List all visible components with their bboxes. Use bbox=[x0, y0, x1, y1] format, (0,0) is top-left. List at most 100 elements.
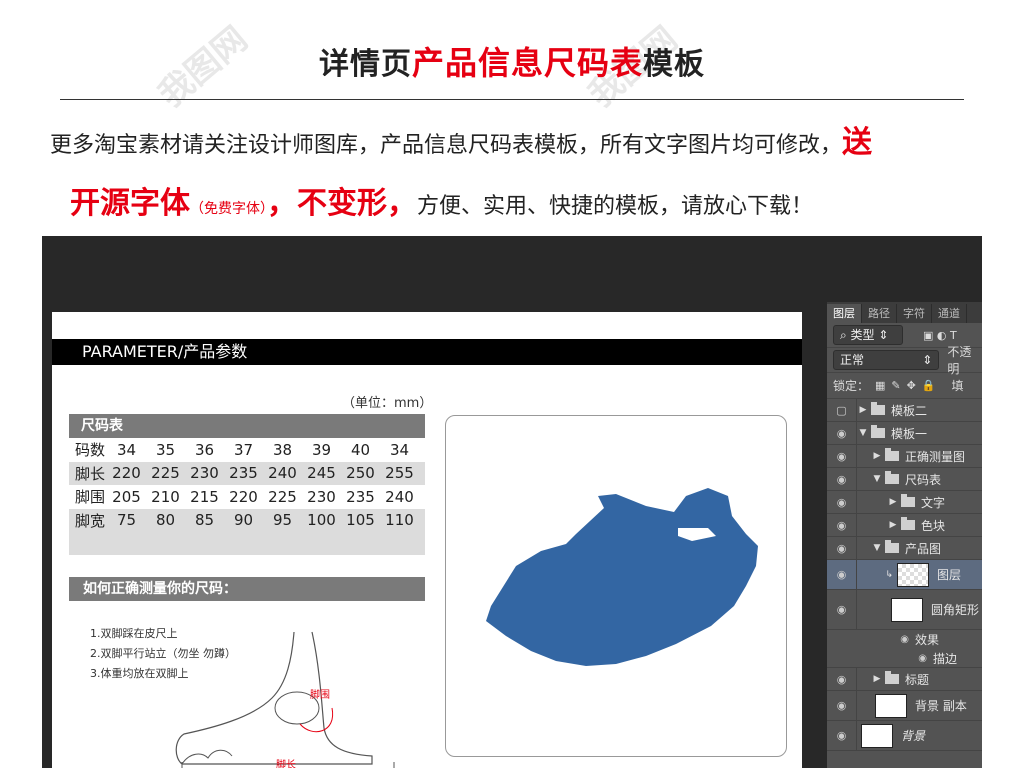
filter-icons[interactable]: ▣ ◐ T bbox=[923, 329, 957, 342]
size-table-cell: 100 bbox=[307, 511, 336, 530]
eye-icon[interactable]: ◉ bbox=[827, 590, 857, 629]
layer-row[interactable]: ▢ ▶ 模板二 bbox=[827, 399, 982, 422]
size-table-cell: 235 bbox=[346, 487, 375, 506]
layer-thumbnail bbox=[891, 597, 923, 622]
layer-row[interactable]: ◉ ▼ 尺码表 bbox=[827, 468, 982, 491]
effect-stroke-row[interactable]: ◉ 描边 bbox=[827, 649, 982, 668]
size-table-cell: 39 bbox=[311, 440, 332, 459]
size-table-cell: 210 bbox=[151, 487, 180, 506]
layer-row[interactable]: ◉ ▶ 正确测量图 bbox=[827, 445, 982, 468]
layer-row[interactable]: ◉ ▶ 文字 bbox=[827, 491, 982, 514]
size-table-empty-row bbox=[69, 532, 425, 555]
product-image-frame[interactable] bbox=[445, 415, 787, 757]
eye-icon[interactable]: ◉ bbox=[827, 691, 857, 720]
size-table-cell: 75 bbox=[116, 511, 137, 530]
divider bbox=[60, 99, 964, 100]
chevron-right-icon[interactable]: ▶ bbox=[887, 520, 899, 530]
page-title: 详情页产品信息尺码表模板 bbox=[318, 44, 705, 82]
measure-title: 如何正确测量你的尺码： bbox=[69, 577, 425, 601]
size-table-cell: 230 bbox=[307, 487, 336, 506]
eye-icon[interactable]: ◉ bbox=[827, 668, 857, 690]
size-table-cell: 34 bbox=[389, 440, 410, 459]
size-table-cell: 215 bbox=[190, 487, 219, 506]
layer-row-selected[interactable]: ◉ ↳ 图层 bbox=[827, 560, 982, 590]
chevron-down-icon[interactable]: ▼ bbox=[871, 474, 883, 484]
size-table-cell: 230 bbox=[190, 464, 219, 483]
tab-paths[interactable]: 路径 bbox=[862, 304, 897, 323]
chevron-right-icon[interactable]: ▶ bbox=[871, 451, 883, 461]
chevron-right-icon[interactable]: ▶ bbox=[871, 674, 883, 684]
layer-row[interactable]: ◉ 背景 副本 bbox=[827, 691, 982, 721]
effects-row[interactable]: ◉ 效果 bbox=[827, 630, 982, 649]
layer-thumbnail bbox=[897, 562, 929, 587]
folder-icon bbox=[901, 517, 915, 530]
girth-label: 脚围 bbox=[310, 688, 330, 701]
foot-measure-illustration: 脚围 脚长 bbox=[175, 631, 395, 768]
size-table-row-label: 脚围 bbox=[75, 488, 106, 507]
lock-icons[interactable]: ▦✎✥🔒 bbox=[875, 379, 942, 392]
toe-lines bbox=[181, 749, 233, 765]
size-table-row-label: 脚长 bbox=[75, 464, 106, 483]
size-table-cell: 35 bbox=[155, 440, 176, 459]
layer-row[interactable]: ◉ ▼ 模板一 bbox=[827, 422, 982, 445]
folder-icon bbox=[871, 425, 885, 438]
size-table-cell: 38 bbox=[272, 440, 293, 459]
eye-icon[interactable]: ◉ bbox=[827, 653, 927, 664]
layers-panel[interactable]: 图层 路径 字符 通道 ⌕ 类型 ⇕ ▣ ◐ T 正常 ⇕ 不透明 锁定： ▦✎✥… bbox=[827, 302, 982, 768]
size-table-row: 码数 34 35 36 37 38 39 40 34 bbox=[69, 438, 425, 462]
layer-row[interactable]: ◉ ▶ 色块 bbox=[827, 514, 982, 537]
tab-character[interactable]: 字符 bbox=[897, 304, 932, 323]
size-table-row-label: 脚宽 bbox=[75, 511, 106, 530]
size-table-row-label: 码数 bbox=[75, 441, 106, 460]
layer-row[interactable]: ◉ 背景 bbox=[827, 721, 982, 751]
size-table-cell: 80 bbox=[155, 511, 176, 530]
size-table-cell: 240 bbox=[268, 464, 297, 483]
size-table-cell: 34 bbox=[116, 440, 137, 459]
layer-thumbnail bbox=[875, 693, 907, 718]
eye-icon[interactable]: ◉ bbox=[827, 422, 857, 444]
lock-row: 锁定： ▦✎✥🔒 填 bbox=[827, 373, 982, 399]
sandal-image bbox=[486, 488, 758, 666]
eye-icon[interactable]: ◉ bbox=[827, 445, 857, 467]
parameter-title-bar: PARAMETER/产品参数 bbox=[52, 339, 802, 365]
lock-label: 锁定： bbox=[833, 379, 870, 393]
layer-row[interactable]: ◉ 圆角矩形 bbox=[827, 590, 982, 630]
size-table-cell: 220 bbox=[112, 464, 141, 483]
size-table-cell: 105 bbox=[346, 511, 375, 530]
panel-tabs: 图层 路径 字符 通道 bbox=[827, 302, 982, 323]
chevron-right-icon[interactable]: ▶ bbox=[857, 405, 869, 415]
chevron-down-icon[interactable]: ▼ bbox=[857, 428, 869, 438]
layer-row[interactable]: ◉ ▶ 标题 bbox=[827, 668, 982, 691]
eye-icon[interactable]: ◉ bbox=[827, 560, 857, 589]
eye-icon[interactable]: ◉ bbox=[827, 537, 857, 559]
size-table-cell: 95 bbox=[272, 511, 293, 530]
size-table-cell: 245 bbox=[307, 464, 336, 483]
size-table-cell: 37 bbox=[233, 440, 254, 459]
size-table-cell: 40 bbox=[350, 440, 371, 459]
folder-icon bbox=[901, 494, 915, 507]
eye-icon[interactable]: ◉ bbox=[827, 468, 857, 490]
folder-icon bbox=[885, 671, 899, 684]
eye-icon[interactable]: ◉ bbox=[827, 491, 857, 513]
folder-icon bbox=[885, 471, 899, 484]
eye-icon[interactable]: ◉ bbox=[827, 514, 857, 536]
document-page[interactable]: PARAMETER/产品参数 （单位：mm） 尺码表 码数 34 35 36 37 38 3… bbox=[52, 312, 802, 768]
opacity-label: 不透明 bbox=[947, 345, 972, 376]
size-table-cell: 36 bbox=[194, 440, 215, 459]
clip-icon: ↳ bbox=[885, 569, 893, 580]
eye-icon[interactable]: ◉ bbox=[827, 634, 909, 645]
tab-layers[interactable]: 图层 bbox=[827, 304, 862, 323]
chevron-right-icon[interactable]: ▶ bbox=[887, 497, 899, 507]
blend-mode-select[interactable]: 正常 ⇕ bbox=[833, 350, 940, 370]
size-table-row: 脚宽 75 80 85 90 95 100 105 110 bbox=[69, 508, 425, 532]
size-table-cell: 85 bbox=[194, 511, 215, 530]
size-table-row: 脚长 220 225 230 235 240 245 250 255 bbox=[69, 461, 425, 485]
filter-kind-select[interactable]: ⌕ 类型 ⇕ bbox=[833, 325, 903, 345]
chevron-down-icon[interactable]: ▼ bbox=[871, 543, 883, 553]
tab-channels[interactable]: 通道 bbox=[932, 304, 967, 323]
folder-icon bbox=[885, 448, 899, 461]
eye-icon[interactable]: ◉ bbox=[827, 721, 857, 750]
layer-row[interactable]: ◉ ▼ 产品图 bbox=[827, 537, 982, 560]
visibility-toggle[interactable]: ▢ bbox=[827, 399, 857, 421]
size-table-cell: 235 bbox=[229, 464, 258, 483]
